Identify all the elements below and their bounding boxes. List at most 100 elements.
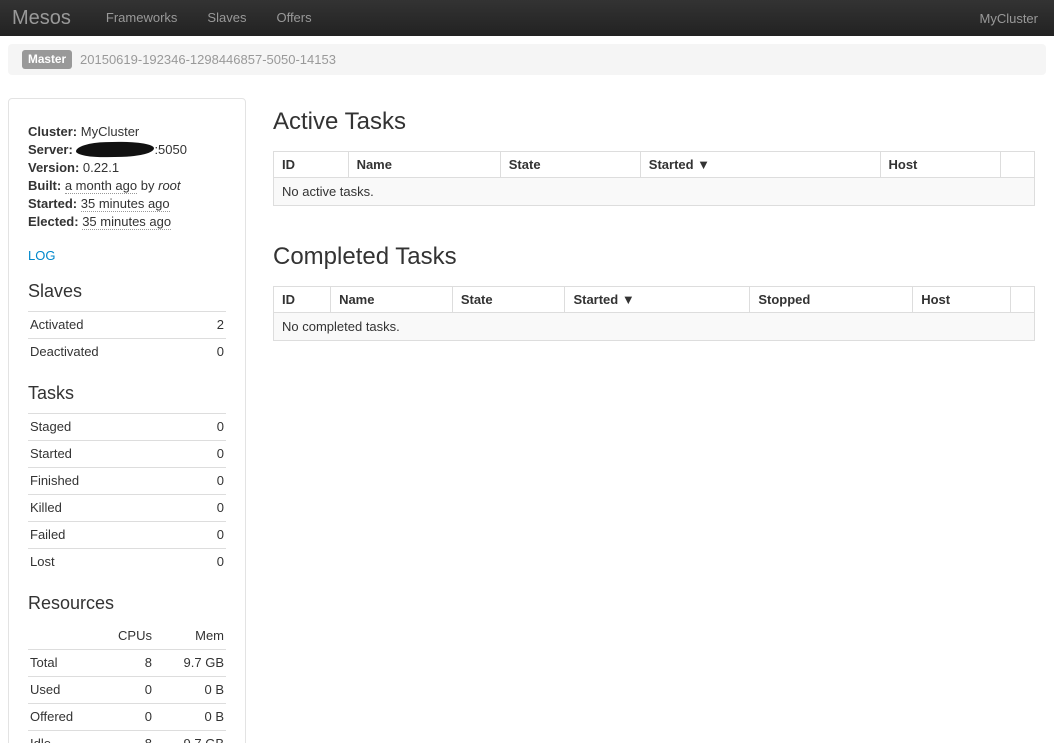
nav-item-frameworks[interactable]: Frameworks — [91, 0, 193, 36]
tasks-killed-count: 0 — [191, 495, 226, 522]
main-nav: Frameworks Slaves Offers — [91, 0, 327, 36]
table-row: Total 8 9.7 GB — [28, 650, 226, 677]
info-line-server: Server: :5050 — [28, 141, 226, 159]
master-info-block: Cluster: MyCluster Server: :5050 Version… — [28, 123, 226, 231]
info-line-built: Built: a month ago by root — [28, 177, 226, 195]
resources-header-cpus: CPUs — [96, 623, 154, 650]
active-tasks-table: ID Name State Started ▼ Host No active t… — [273, 151, 1035, 206]
built-label: Built: — [28, 178, 61, 193]
table-row: Offered 0 0 B — [28, 704, 226, 731]
completed-col-name[interactable]: Name — [331, 287, 453, 313]
tasks-started-label: Started — [28, 441, 191, 468]
completed-col-host[interactable]: Host — [913, 287, 1011, 313]
completed-col-started-sorted[interactable]: Started ▼ — [565, 287, 750, 313]
log-link[interactable]: LOG — [28, 248, 55, 263]
resources-total-cpus: 8 — [96, 650, 154, 677]
completed-col-stopped[interactable]: Stopped — [750, 287, 913, 313]
resources-total-mem: 9.7 GB — [154, 650, 226, 677]
completed-tasks-title: Completed Tasks — [273, 242, 1035, 272]
info-line-started: Started: 35 minutes ago — [28, 195, 226, 213]
main-content: Active Tasks ID Name State Started ▼ Hos… — [273, 98, 1035, 341]
resources-header-mem: Mem — [154, 623, 226, 650]
started-time-tooltip: 35 minutes ago — [81, 196, 170, 212]
elected-time-tooltip: 35 minutes ago — [82, 214, 171, 230]
built-user: root — [158, 178, 180, 193]
active-col-host[interactable]: Host — [880, 152, 1001, 178]
version-value: 0.22.1 — [83, 160, 119, 175]
active-col-name[interactable]: Name — [348, 152, 500, 178]
elected-label: Elected: — [28, 214, 79, 229]
server-port: :5050 — [154, 142, 187, 157]
table-row: Activated 2 — [28, 312, 226, 339]
resources-header-empty — [28, 623, 96, 650]
tasks-heading: Tasks — [28, 382, 226, 404]
table-row: Killed 0 — [28, 495, 226, 522]
built-time-tooltip: a month ago — [65, 178, 137, 194]
active-col-actions — [1001, 152, 1035, 178]
table-header-row: ID Name State Started ▼ Host — [274, 152, 1035, 178]
resources-idle-cpus: 8 — [96, 731, 154, 743]
info-line-cluster: Cluster: MyCluster — [28, 123, 226, 141]
table-row: Used 0 0 B — [28, 677, 226, 704]
table-row: Staged 0 — [28, 414, 226, 441]
tasks-killed-label: Killed — [28, 495, 191, 522]
tasks-failed-label: Failed — [28, 522, 191, 549]
completed-tasks-table: ID Name State Started ▼ Stopped Host No … — [273, 286, 1035, 341]
info-line-elected: Elected: 35 minutes ago — [28, 213, 226, 231]
completed-col-state[interactable]: State — [452, 287, 565, 313]
active-col-started-sorted[interactable]: Started ▼ — [640, 152, 880, 178]
cluster-label: Cluster: — [28, 124, 77, 139]
server-label: Server: — [28, 142, 73, 157]
resources-offered-cpus: 0 — [96, 704, 154, 731]
breadcrumb: Master 20150619-192346-1298446857-5050-1… — [8, 44, 1046, 75]
table-row: CPUs Mem — [28, 623, 226, 650]
table-row: Lost 0 — [28, 549, 226, 576]
started-label: Started: — [28, 196, 77, 211]
table-row: Idle 8 9.7 GB — [28, 731, 226, 743]
completed-col-id[interactable]: ID — [274, 287, 331, 313]
navbar-cluster-name: MyCluster — [979, 11, 1038, 26]
resources-idle-label: Idle — [28, 731, 96, 743]
resources-offered-mem: 0 B — [154, 704, 226, 731]
nav-item-offers[interactable]: Offers — [261, 0, 326, 36]
tasks-lost-label: Lost — [28, 549, 191, 576]
resources-used-cpus: 0 — [96, 677, 154, 704]
built-by-text: by — [141, 178, 155, 193]
completed-tasks-empty-message: No completed tasks. — [274, 313, 1035, 341]
tasks-failed-count: 0 — [191, 522, 226, 549]
slaves-activated-label: Activated — [28, 312, 199, 339]
tasks-staged-label: Staged — [28, 414, 191, 441]
slaves-activated-count: 2 — [199, 312, 226, 339]
tasks-table: Staged 0 Started 0 Finished 0 Killed 0 F… — [28, 413, 226, 575]
active-tasks-title: Active Tasks — [273, 107, 1035, 137]
active-tasks-empty-message: No active tasks. — [274, 178, 1035, 206]
top-navbar: Mesos Frameworks Slaves Offers MyCluster — [0, 0, 1054, 36]
empty-row: No completed tasks. — [274, 313, 1035, 341]
resources-heading: Resources — [28, 592, 226, 614]
active-col-id[interactable]: ID — [274, 152, 349, 178]
cluster-value: MyCluster — [81, 124, 140, 139]
tasks-started-count: 0 — [191, 441, 226, 468]
empty-row: No active tasks. — [274, 178, 1035, 206]
tasks-staged-count: 0 — [191, 414, 226, 441]
slaves-deactivated-label: Deactivated — [28, 339, 199, 366]
resources-table: CPUs Mem Total 8 9.7 GB Used 0 0 B Offer… — [28, 623, 226, 743]
tasks-finished-label: Finished — [28, 468, 191, 495]
table-row: Finished 0 — [28, 468, 226, 495]
sidebar-panel: Cluster: MyCluster Server: :5050 Version… — [8, 98, 246, 743]
brand-link-mesos[interactable]: Mesos — [0, 0, 91, 36]
slaves-table: Activated 2 Deactivated 0 — [28, 311, 226, 365]
slaves-heading: Slaves — [28, 280, 226, 302]
active-col-state[interactable]: State — [500, 152, 640, 178]
completed-col-actions — [1011, 287, 1035, 313]
slaves-deactivated-count: 0 — [199, 339, 226, 366]
table-row: Failed 0 — [28, 522, 226, 549]
table-header-row: ID Name State Started ▼ Stopped Host — [274, 287, 1035, 313]
master-id-text: 20150619-192346-1298446857-5050-14153 — [80, 52, 336, 67]
tasks-lost-count: 0 — [191, 549, 226, 576]
master-badge: Master — [22, 50, 72, 69]
resources-used-label: Used — [28, 677, 96, 704]
nav-item-slaves[interactable]: Slaves — [192, 0, 261, 36]
info-line-version: Version: 0.22.1 — [28, 159, 226, 177]
redacted-server-address — [76, 141, 154, 157]
